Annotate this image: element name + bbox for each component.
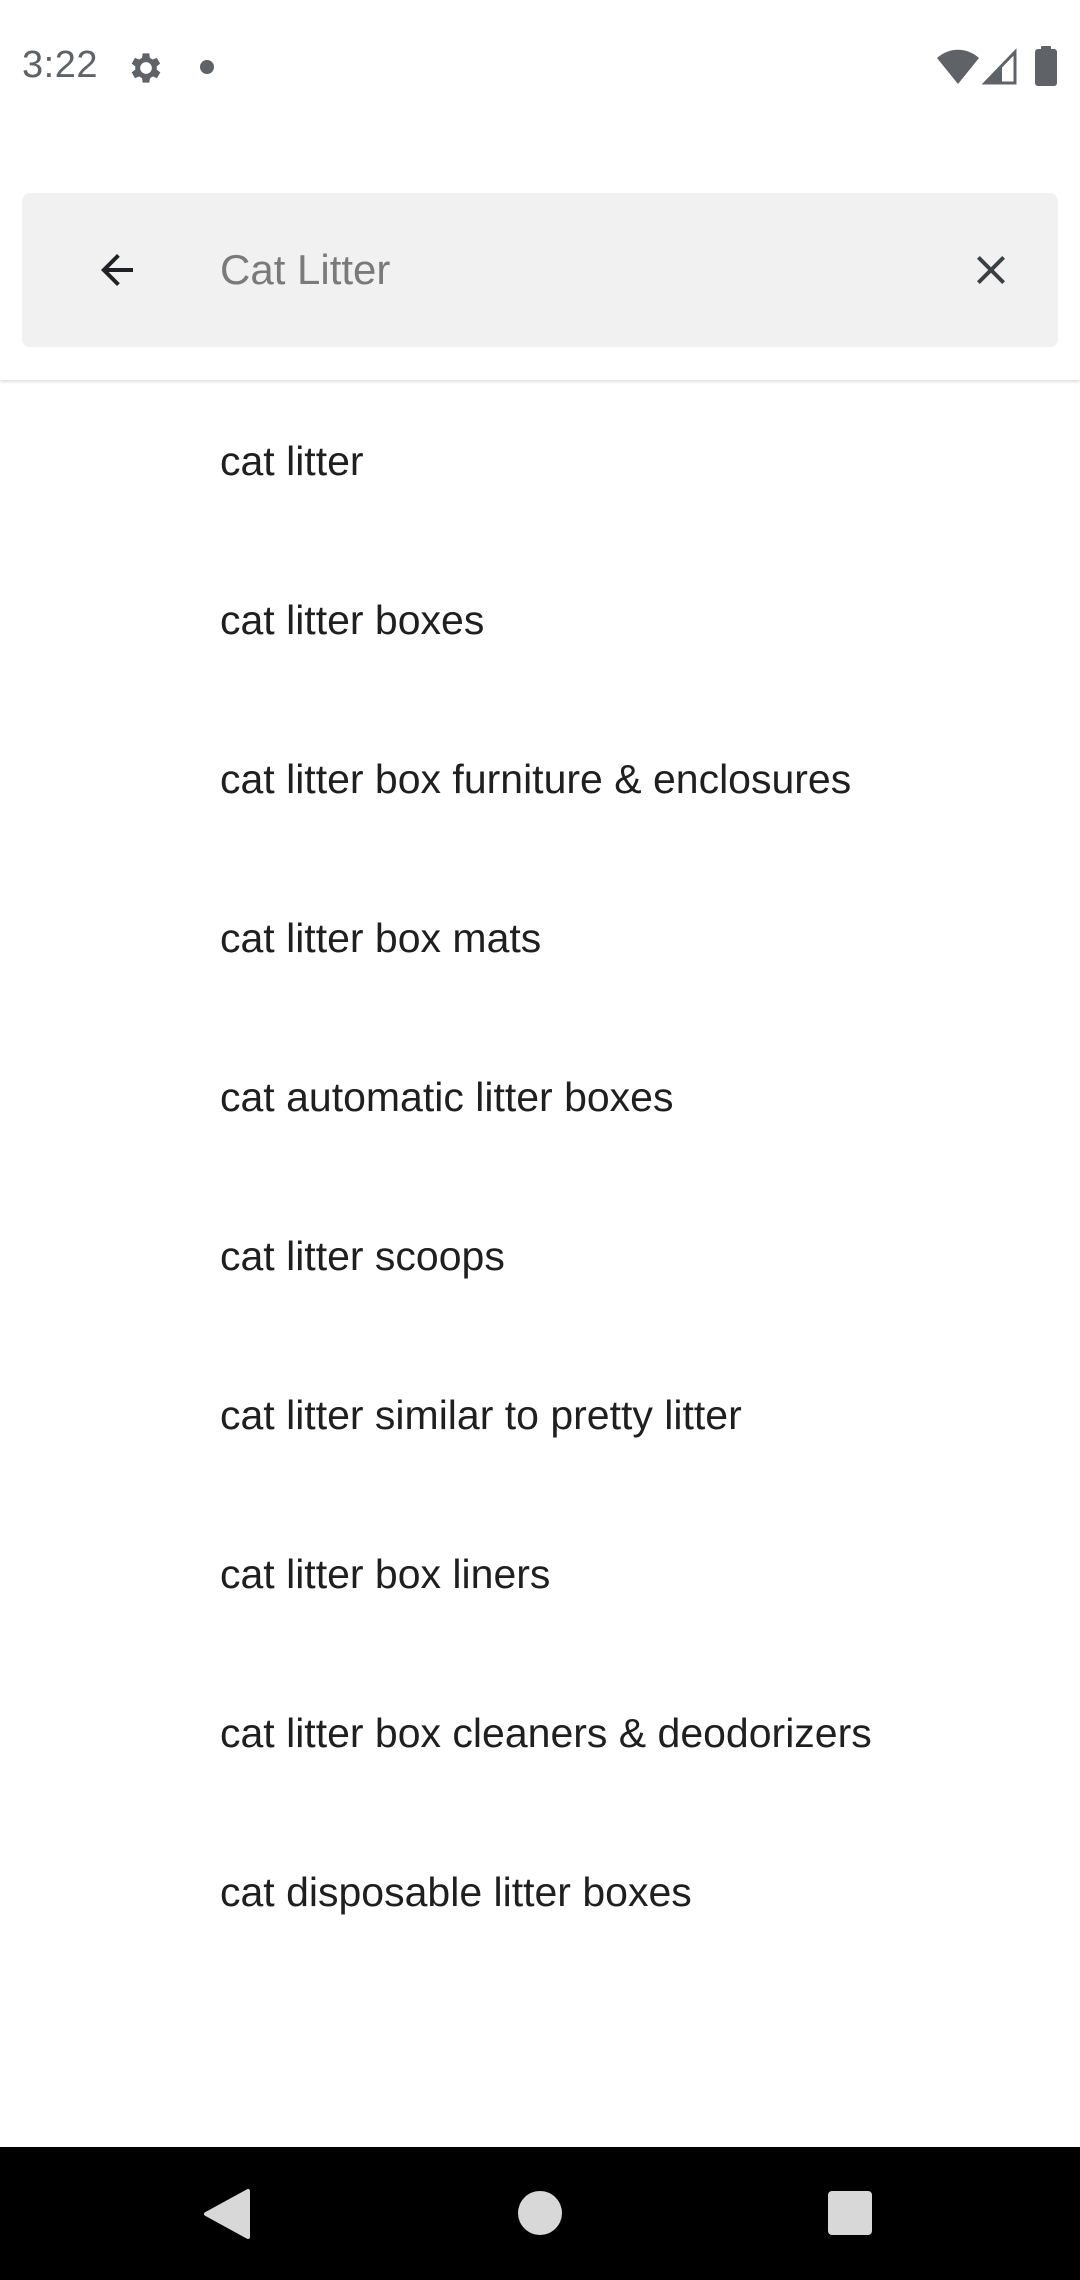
status-time: 3:22 [22, 44, 98, 86]
suggestion-list: cat litter cat litter boxes cat litter b… [0, 382, 1080, 1972]
suggestion-item[interactable]: cat litter [0, 382, 1080, 541]
suggestion-item[interactable]: cat automatic litter boxes [0, 1018, 1080, 1177]
suggestion-item[interactable]: cat litter box liners [0, 1495, 1080, 1654]
gear-icon [131, 53, 161, 83]
suggestion-item[interactable]: cat litter box cleaners & deodorizers [0, 1654, 1080, 1813]
close-icon [977, 256, 1005, 284]
notification-dot-icon [200, 60, 214, 74]
nav-back-icon[interactable] [200, 2187, 252, 2241]
search-header [0, 134, 1080, 380]
clear-button[interactable] [952, 231, 1030, 309]
system-nav-bar [0, 2147, 1080, 2280]
battery-icon [1035, 46, 1057, 86]
search-bar [22, 193, 1058, 347]
back-button[interactable] [78, 231, 156, 309]
search-input[interactable] [220, 231, 940, 309]
suggestion-item[interactable]: cat disposable litter boxes [0, 1813, 1080, 1972]
signal-icon [982, 48, 1017, 85]
suggestion-item[interactable]: cat litter boxes [0, 541, 1080, 700]
nav-home-icon[interactable] [518, 2191, 562, 2235]
wifi-icon [937, 49, 979, 84]
suggestion-item[interactable]: cat litter scoops [0, 1177, 1080, 1336]
arrow-back-icon [101, 254, 133, 286]
suggestion-item[interactable]: cat litter box furniture & enclosures [0, 700, 1080, 859]
suggestion-item[interactable]: cat litter similar to pretty litter [0, 1336, 1080, 1495]
status-bar: 3:22 [0, 0, 1080, 134]
suggestion-item[interactable]: cat litter box mats [0, 859, 1080, 1018]
nav-recents-icon[interactable] [828, 2191, 872, 2235]
